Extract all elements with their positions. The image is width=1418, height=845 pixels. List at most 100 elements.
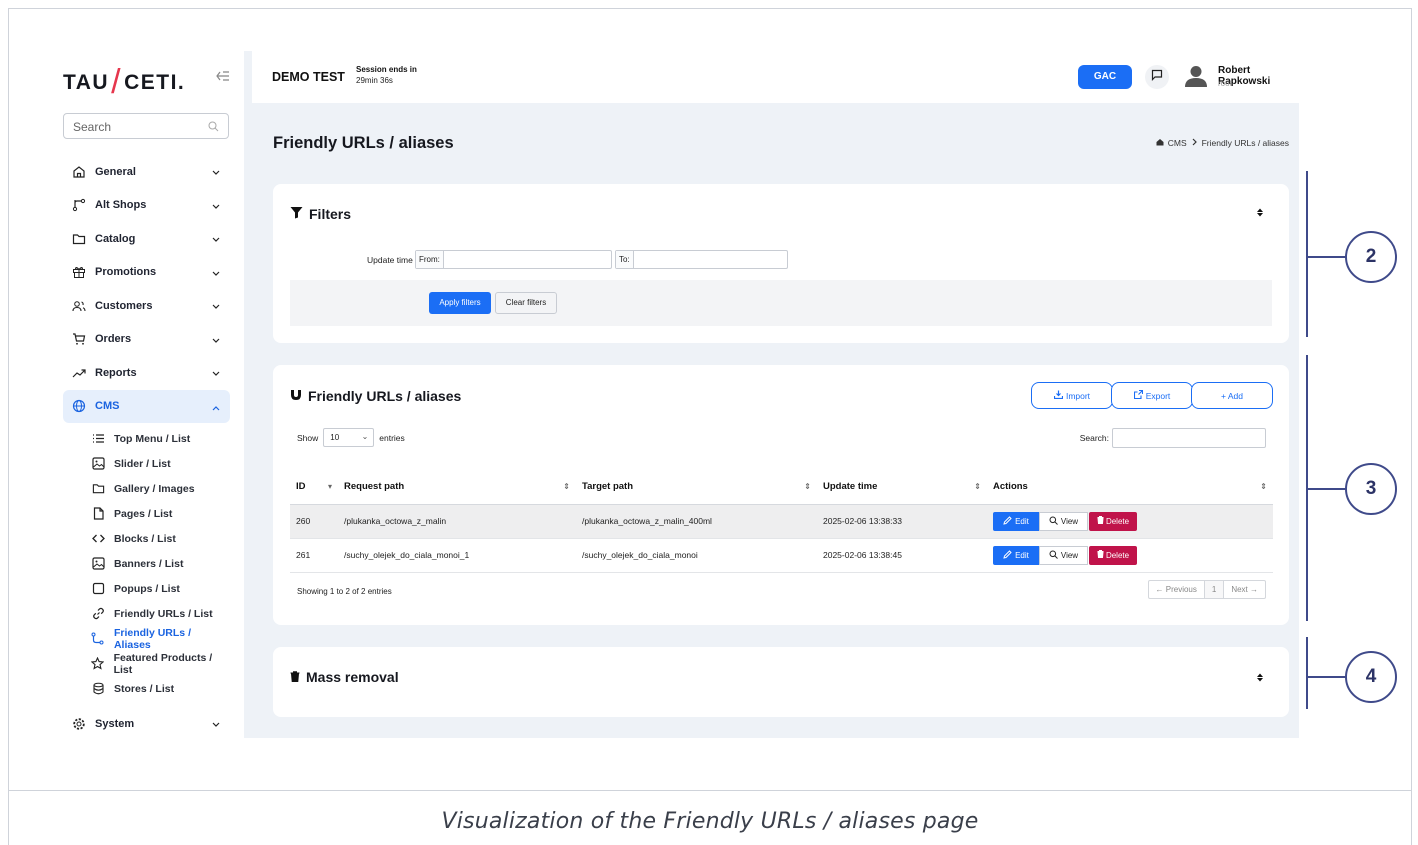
logo[interactable]: TAU/CETI.	[63, 59, 185, 101]
edit-button[interactable]: Edit	[993, 511, 1039, 531]
to-label: To:	[616, 251, 634, 268]
add-button[interactable]: + Add	[1191, 382, 1273, 409]
annotation-marker-3: 3	[1345, 463, 1397, 515]
magnet-icon	[290, 388, 302, 404]
menu-list-icon	[91, 432, 105, 446]
branch-icon	[71, 198, 86, 213]
import-button[interactable]: Import	[1031, 382, 1113, 409]
sidebar-item-promotions[interactable]: Promotions	[63, 256, 230, 290]
show-entries: Show 10 ⌄ entries	[297, 428, 405, 447]
users-icon	[71, 298, 86, 313]
trash-icon	[1097, 516, 1104, 526]
breadcrumb-current: Friendly URLs / aliases	[1201, 138, 1289, 148]
breadcrumb: CMS Friendly URLs / aliases	[1156, 138, 1289, 148]
column-header-target-path[interactable]: Target path ⇕	[576, 470, 817, 505]
folder-icon	[91, 482, 105, 496]
breadcrumb-root[interactable]: CMS	[1168, 138, 1187, 148]
sort-toggle-icon[interactable]	[1257, 673, 1263, 685]
search-icon	[1049, 516, 1058, 527]
session-timer: 29min 36s	[356, 76, 393, 85]
column-header-actions[interactable]: Actions ⇕	[987, 470, 1273, 505]
figure-caption: Visualization of the Friendly URLs / ali…	[441, 809, 979, 834]
export-icon	[1133, 389, 1143, 401]
sidebar-subitem-friendly-urls-list[interactable]: Friendly URLs / List	[91, 601, 230, 626]
filters-footer: Apply filters Clear filters	[290, 280, 1272, 326]
sidebar-item-cms[interactable]: CMS	[63, 389, 230, 423]
sidebar-item-alt-shops[interactable]: Alt Shops	[63, 189, 230, 223]
home-icon[interactable]	[1156, 138, 1164, 148]
sidebar-subitem-featured-products[interactable]: Featured Products / List	[91, 651, 230, 676]
sidebar-subitem-blocks[interactable]: Blocks / List	[91, 526, 230, 551]
clear-filters-button[interactable]: Clear filters	[495, 292, 557, 314]
entries-select[interactable]: 10 ⌄	[323, 428, 375, 447]
caption-divider	[9, 790, 1411, 791]
gift-icon	[71, 265, 86, 280]
sidebar-subitem-label: Friendly URLs / List	[114, 607, 213, 620]
next-page-button[interactable]: Next →	[1224, 581, 1265, 598]
home-icon	[71, 164, 86, 179]
apply-filters-button[interactable]: Apply filters	[429, 292, 491, 314]
sidebar-subitem-slider[interactable]: Slider / List	[91, 451, 230, 476]
sidebar-subitem-banners[interactable]: Banners / List	[91, 551, 230, 576]
trend-icon	[71, 365, 86, 380]
filters-header[interactable]: Filters	[290, 206, 351, 222]
annotation-connector-4	[1306, 676, 1346, 678]
gac-button[interactable]: GAC	[1078, 65, 1132, 89]
date-from-field[interactable]: From:	[415, 250, 612, 269]
sidebar-item-system[interactable]: System	[63, 707, 230, 738]
column-header-request-path[interactable]: Request path ⇕	[338, 470, 576, 505]
row-actions: Edit View Delete	[993, 545, 1273, 565]
sidebar-item-catalog[interactable]: Catalog	[63, 222, 230, 256]
sidebar-item-general[interactable]: General	[63, 155, 230, 189]
delete-label: Delete	[1105, 550, 1130, 560]
sort-icon: ⇕	[974, 482, 981, 491]
column-header-id[interactable]: ID ▾	[290, 470, 338, 505]
sidebar: TAU/CETI. Search General Alt Shops Catal…	[51, 51, 244, 738]
cell-actions: Edit View Delete	[987, 538, 1273, 573]
table-card-header: Friendly URLs / aliases	[290, 388, 461, 404]
pencil-icon	[1003, 549, 1012, 561]
date-to-field[interactable]: To:	[615, 250, 788, 269]
table-search-input[interactable]	[1112, 428, 1266, 448]
sidebar-search-input[interactable]: Search	[63, 113, 229, 139]
file-icon	[91, 507, 105, 521]
sort-toggle-icon[interactable]	[1257, 208, 1263, 220]
chat-button[interactable]	[1145, 65, 1169, 89]
user-role: root	[1218, 79, 1232, 88]
sidebar-subitem-label: Stores / List	[114, 682, 175, 695]
view-button[interactable]: View	[1039, 511, 1088, 531]
sidebar-item-customers[interactable]: Customers	[63, 289, 230, 323]
sidebar-subitem-popups[interactable]: Popups / List	[91, 576, 230, 601]
sidebar-subitem-top-menu[interactable]: Top Menu / List	[91, 426, 230, 451]
filter-icon	[290, 206, 303, 222]
delete-button[interactable]: Delete	[1089, 511, 1137, 531]
sidebar-subitem-gallery[interactable]: Gallery / Images	[91, 476, 230, 501]
previous-page-button[interactable]: ← Previous	[1149, 581, 1204, 598]
avatar[interactable]	[1184, 65, 1208, 87]
sidebar-subitem-stores[interactable]: Stores / List	[91, 676, 230, 701]
page-number-button[interactable]: 1	[1203, 581, 1225, 598]
cell-id: 260	[290, 504, 338, 539]
table-info: Showing 1 to 2 of 2 entries	[297, 587, 392, 596]
sort-icon: ⇕	[804, 482, 811, 491]
sidebar-subitem-label: Pages / List	[114, 507, 173, 520]
edit-button[interactable]: Edit	[993, 545, 1039, 565]
sidebar-item-orders[interactable]: Orders	[63, 323, 230, 357]
export-button[interactable]: Export	[1111, 382, 1193, 409]
sidebar-item-reports[interactable]: Reports	[63, 356, 230, 390]
from-label: From:	[416, 251, 444, 268]
sidebar-subitem-label: Blocks / List	[114, 532, 176, 545]
view-button[interactable]: View	[1039, 545, 1088, 565]
sidebar-subitem-friendly-urls-aliases[interactable]: Friendly URLs / Aliases	[91, 626, 230, 651]
chevron-down-icon	[212, 201, 220, 213]
sidebar-subitem-pages[interactable]: Pages / List	[91, 501, 230, 526]
chevron-down-icon: ⌄	[361, 432, 369, 441]
sidebar-subitem-label: Top Menu / List	[114, 432, 191, 445]
pagination: ← Previous 1 Next →	[1147, 580, 1266, 599]
mass-removal-header[interactable]: Mass removal	[290, 669, 399, 685]
collapse-sidebar-icon[interactable]	[215, 68, 231, 84]
sidebar-item-label: Customers	[95, 299, 153, 312]
delete-button[interactable]: Delete	[1089, 545, 1137, 565]
update-time-label: Update time	[367, 255, 413, 265]
column-header-update-time[interactable]: Update time ⇕	[817, 470, 987, 505]
